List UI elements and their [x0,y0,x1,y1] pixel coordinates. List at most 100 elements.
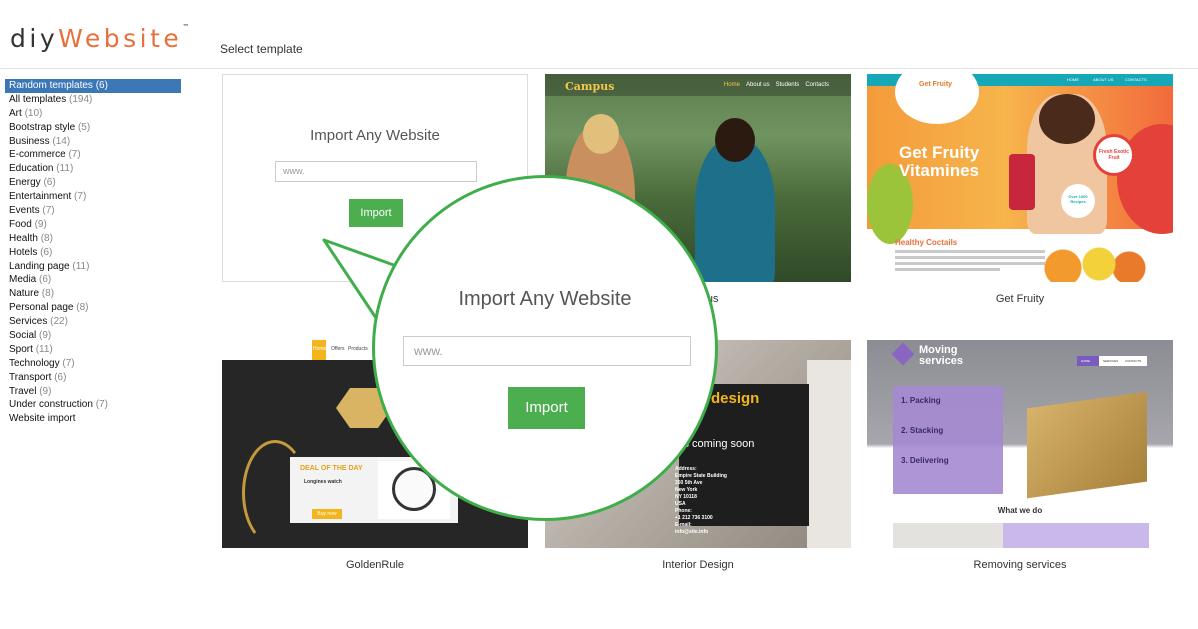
campus-menu-contacts: Contacts [805,82,829,88]
sidebar-item-social[interactable]: Social (9) [5,329,181,343]
sidebar-item-hotels[interactable]: Hotels (6) [5,246,181,260]
sidebar-item-count: (194) [69,93,93,105]
moving-step-2: 2. Stacking [901,426,944,435]
fruity-menu-contacts: CONTACTS [1125,77,1147,82]
page-title: Select template [220,42,303,56]
campus-menu: Home About us Students Contacts [718,82,829,88]
person-hair [715,118,755,162]
sidebar-item-travel[interactable]: Travel (9) [5,385,181,399]
sidebar-item-media[interactable]: Media (6) [5,273,181,287]
sidebar-item-art[interactable]: Art (10) [5,107,181,121]
sidebar-item-transport[interactable]: Transport (6) [5,371,181,385]
sidebar-item-under-construction[interactable]: Under construction (7) [5,398,181,412]
moving-title: Moving services [919,345,963,367]
logo-tm: ™ [182,23,190,31]
sidebar-item-count: (10) [24,107,43,119]
sidebar-item-food[interactable]: Food (9) [5,218,181,232]
sidebar-item-label: Technology [9,357,60,369]
sidebar-item-label: Hotels [9,246,38,258]
sidebar-item-label: Social [9,330,37,342]
template-label-removing-services[interactable]: Removing services [867,559,1173,571]
logo-part1: diy [10,24,59,53]
template-label-interior-design[interactable]: Interior Design [545,559,851,571]
logo-part2: Website [58,24,183,53]
magnifier-title: Import Any Website [458,288,632,310]
sidebar-item-count: (9) [34,218,47,230]
sidebar-item-count: (7) [74,191,87,203]
moving-menu-contacts: CONTACTS [1125,359,1142,363]
import-card-title: Import Any Website [310,127,440,144]
sidebar-item-nature[interactable]: Nature (8) [5,287,181,301]
fruit-bowl-image [1027,244,1147,282]
sidebar-item-label: Business [9,135,50,147]
category-sidebar: Random templates (6) All templates (194) A… [5,79,181,426]
drink-image [1009,154,1035,210]
sidebar-item-technology[interactable]: Technology (7) [5,357,181,371]
interior-title: design [711,390,760,407]
template-label-goldenrule[interactable]: GoldenRule [222,559,528,571]
fruity-menu-home: HOME [1067,77,1079,82]
interior-address-line: info@site.info [675,529,709,535]
sidebar-item-health[interactable]: Health (8) [5,232,181,246]
campus-nav: Campus Home About us Students Contacts [545,74,851,96]
golden-menu-products: Products [348,346,368,352]
sidebar-item-services[interactable]: Services (22) [5,315,181,329]
magnifier-import-button[interactable]: Import [508,387,585,429]
fruity-headline: Get Fruity Vitamines [899,144,979,180]
interior-address-line: Address: [675,466,697,472]
template-thumbnail-removing-services[interactable]: Moving services HOME SERVICES CONTACTS 1.… [867,340,1173,548]
sidebar-item-entertainment[interactable]: Entertainment (7) [5,190,181,204]
sidebar-item-count: (8) [76,302,89,314]
moving-what-we-do: What we do [997,506,1043,515]
interior-address-line: +1 212 736 3100 [675,515,713,521]
sidebar-item-personal-page[interactable]: Personal page (8) [5,301,181,315]
interior-subtitle: is coming soon [681,438,755,450]
sidebar-item-label: Events [9,205,40,217]
sidebar-item-website-import[interactable]: Website import [5,412,181,426]
campus-menu-about: About us [745,82,770,88]
sidebar-item-count: (6) [54,371,67,383]
sidebar-item-sport[interactable]: Sport (11) [5,343,181,357]
interior-address-line: E-mail: [675,522,692,528]
sidebar-item-label: Random templates [9,80,93,91]
sidebar-item-count: (6) [43,177,56,189]
window-image [807,360,851,548]
sidebar-item-e-commerce[interactable]: E-commerce (7) [5,148,181,162]
fruity-headline-2: Vitamines [899,161,980,180]
sidebar-item-landing-page[interactable]: Landing page (11) [5,260,181,274]
diy-website-logo[interactable]: diyWebsite™ [10,23,190,53]
sidebar-item-label: E-commerce [9,149,66,161]
sidebar-item-count: (9) [39,330,52,342]
moving-strip [893,523,1149,548]
golden-menu-home: Home [313,346,327,352]
sidebar-item-label: Entertainment [9,191,72,203]
sidebar-item-count: (11) [56,163,74,175]
sidebar-item-count: (7) [68,149,81,161]
sidebar-item-label: Landing page [9,260,70,272]
sidebar-item-count: (5) [77,121,91,133]
sidebar-item-count: (6) [39,274,52,286]
import-button[interactable]: Import [349,199,403,227]
campus-brand: Campus [565,80,615,93]
sidebar-item-business[interactable]: Business (14) [5,135,181,149]
sidebar-item-count: (8) [40,232,53,244]
sidebar-item-label: Nature [9,288,40,300]
sidebar-item-education[interactable]: Education (11) [5,162,181,176]
sidebar-item-random-templates[interactable]: Random templates (6) [5,79,181,93]
sidebar-item-energy[interactable]: Energy (6) [5,176,181,190]
moving-menu: HOME SERVICES CONTACTS [1077,356,1147,366]
template-thumbnail-get-fruity[interactable]: HOME ABOUT US CONTACTS Get Fruity Get Fr… [867,74,1173,282]
sidebar-item-events[interactable]: Events (7) [5,204,181,218]
sidebar-item-all-templates[interactable]: All templates (194) [5,93,181,107]
fruity-sub-heading: Healthy Coctails [895,238,958,247]
sidebar-item-bootstrap-style[interactable]: Bootstrap style (5) [5,121,181,135]
sidebar-item-label: Bootstrap style [9,121,76,133]
fruity-brand: Get Fruity [919,81,953,88]
magnifier-url-input[interactable]: www. [403,336,691,366]
sidebar-item-label: Education [9,163,54,175]
campus-menu-students: Students [775,82,800,88]
campus-menu-home: Home [723,82,740,88]
import-url-input[interactable]: www. [275,161,477,182]
template-label-get-fruity[interactable]: Get Fruity [867,293,1173,305]
fruity-headline-1: Get Fruity [899,143,980,162]
